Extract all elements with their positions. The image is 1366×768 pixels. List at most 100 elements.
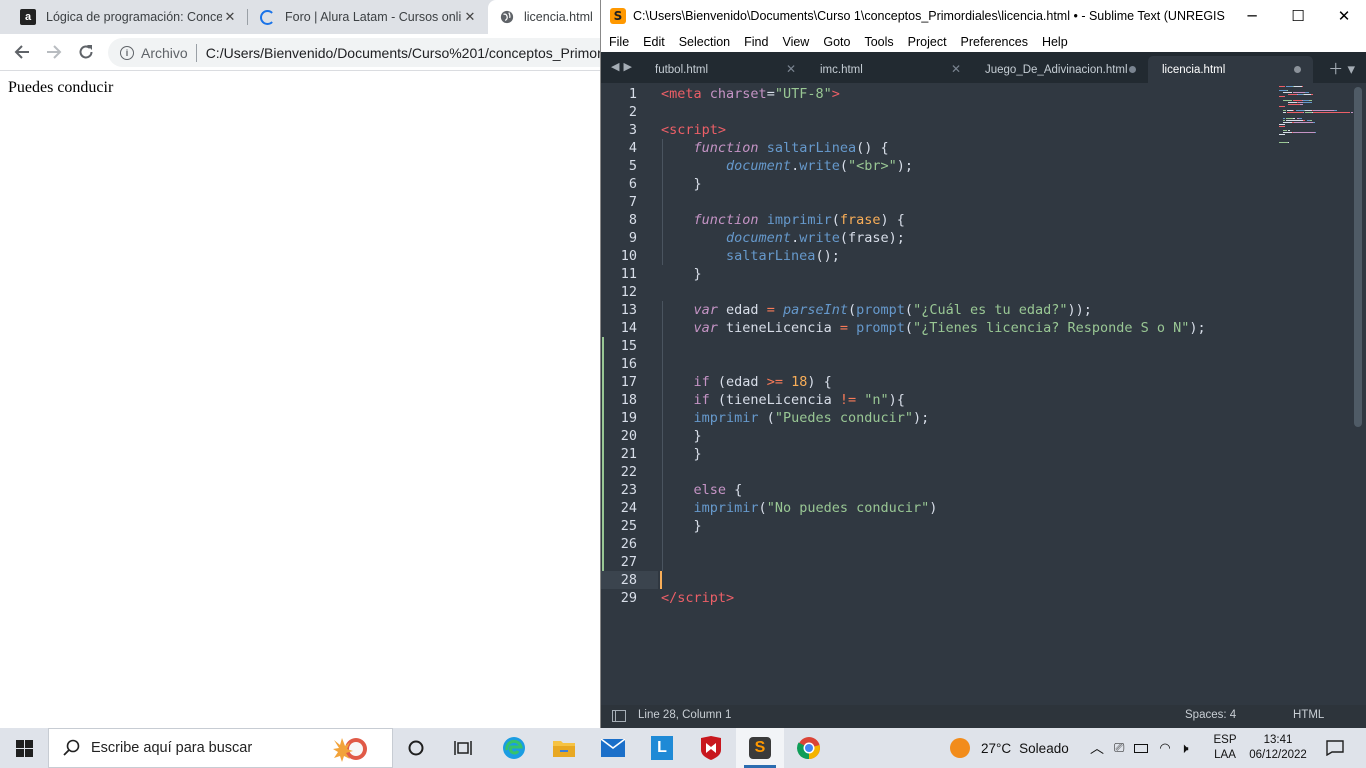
unsaved-dot-icon[interactable] — [1294, 66, 1301, 73]
code-line[interactable]: <script> — [661, 121, 726, 139]
minimize-button[interactable]: ─ — [1229, 0, 1275, 31]
mcafee-app-button[interactable] — [687, 728, 735, 768]
panel-toggle-icon[interactable] — [612, 710, 626, 722]
l-app-button[interactable]: L — [638, 728, 686, 768]
vertical-scrollbar[interactable] — [1354, 87, 1362, 427]
sublime-app-button[interactable]: S — [736, 728, 784, 768]
menu-edit[interactable]: Edit — [636, 35, 672, 49]
code-line[interactable]: </script> — [661, 589, 734, 607]
edge-app-button[interactable] — [490, 728, 538, 768]
language-indicator[interactable]: ESP LAA — [1212, 728, 1238, 768]
menu-help[interactable]: Help — [1035, 35, 1075, 49]
minimap-line — [1313, 110, 1335, 111]
weather-condition: Soleado — [1019, 740, 1069, 756]
code-line[interactable]: var tieneLicencia = prompt("¿Tienes lice… — [661, 319, 1206, 337]
alura-icon: a — [20, 9, 36, 25]
code-line[interactable]: document.write(frase); — [661, 229, 905, 247]
minimap[interactable] — [1279, 83, 1353, 163]
line-number: 5 — [628, 158, 637, 174]
browser-tab-foro[interactable]: Foro | Alura Latam - Cursos onlin ✕ — [248, 0, 488, 34]
menu-project[interactable]: Project — [901, 35, 954, 49]
syntax-setting[interactable]: HTML — [1293, 709, 1324, 721]
text-caret — [660, 571, 662, 589]
code-line[interactable]: saltarLinea(); — [661, 247, 840, 265]
code-line[interactable]: document.write("<br>"); — [661, 157, 913, 175]
code-line[interactable]: imprimir("No puedes conducir") — [661, 499, 938, 517]
menu-selection[interactable]: Selection — [672, 35, 737, 49]
weather-widget[interactable]: 27°C Soleado — [950, 728, 1069, 768]
menu-tools[interactable]: Tools — [857, 35, 900, 49]
code-line[interactable]: function imprimir(frase) { — [661, 211, 905, 229]
close-icon[interactable]: ✕ — [951, 62, 961, 76]
editor-tab-licencia[interactable]: licencia.html — [1148, 56, 1313, 83]
code-line[interactable]: else { — [661, 481, 743, 499]
code-token: <script — [661, 122, 718, 138]
menu-goto[interactable]: Goto — [816, 35, 857, 49]
reload-button[interactable] — [72, 38, 100, 66]
tab-scroll-arrows-icon[interactable]: ◀▶ — [611, 60, 636, 73]
sun-icon — [950, 738, 970, 758]
menu-find[interactable]: Find — [737, 35, 775, 49]
code-token: { — [726, 482, 743, 498]
close-icon[interactable]: ✕ — [786, 62, 796, 76]
code-line[interactable]: if (tieneLicencia != "n"){ — [661, 391, 905, 409]
forward-button[interactable] — [40, 38, 68, 66]
minimap-line — [1279, 126, 1285, 127]
clock[interactable]: 13:41 06/12/2022 — [1246, 728, 1310, 768]
volume-icon[interactable]: 🕨 — [1180, 740, 1189, 757]
meet-now-icon[interactable]: ⎚ — [1114, 740, 1124, 756]
chrome-app-button[interactable] — [785, 728, 833, 768]
code-line[interactable]: } — [661, 427, 702, 445]
cortana-button[interactable] — [393, 728, 439, 768]
line-number: 12 — [620, 284, 637, 300]
chevron-up-icon[interactable]: ︿ — [1090, 738, 1104, 758]
code-line[interactable]: var edad = parseInt(prompt("¿Cuál es tu … — [661, 301, 1092, 319]
code-line[interactable]: function saltarLinea() { — [661, 139, 889, 157]
editor-tab-futbol[interactable]: futbol.html ✕ — [641, 56, 806, 83]
battery-icon[interactable] — [1134, 743, 1149, 753]
back-button[interactable] — [8, 38, 36, 66]
line-number: 23 — [620, 482, 637, 498]
network-icon[interactable]: ◠ — [1159, 740, 1170, 756]
maximize-button[interactable]: ☐ — [1275, 0, 1321, 31]
mail-app-button[interactable] — [589, 728, 637, 768]
taskbar-search[interactable]: Escribe aquí para buscar — [48, 728, 393, 768]
minimap-line — [1299, 104, 1303, 105]
info-icon[interactable]: i — [120, 45, 134, 60]
browser-tab-logica[interactable]: a Lógica de programación: Concep ✕ — [8, 0, 248, 34]
chrome-icon — [797, 737, 820, 760]
code-line[interactable]: } — [661, 265, 702, 283]
code-line[interactable]: imprimir ("Puedes conducir"); — [661, 409, 930, 427]
line-number: 3 — [628, 122, 637, 138]
unsaved-dot-icon[interactable] — [1129, 66, 1136, 73]
reload-icon — [79, 45, 93, 59]
code-line[interactable]: } — [661, 517, 702, 535]
code-line[interactable]: <meta charset="UTF-8"> — [661, 85, 840, 103]
folder-icon — [553, 741, 575, 757]
notifications-button[interactable] — [1318, 728, 1352, 768]
start-button[interactable] — [0, 728, 48, 768]
file-explorer-button[interactable] — [540, 728, 588, 768]
line-number: 10 — [620, 248, 637, 264]
menu-view[interactable]: View — [775, 35, 816, 49]
browser-tab-licencia[interactable]: licencia.html — [488, 0, 612, 34]
code-line[interactable]: } — [661, 175, 702, 193]
code-line[interactable]: if (edad >= 18) { — [661, 373, 832, 391]
editor-tab-imc[interactable]: imc.html ✕ — [806, 56, 971, 83]
menu-file[interactable]: File — [601, 35, 636, 49]
code-editor[interactable]: 1 2 3 4 5 6 7 8 9 10 11 12 13 14 15 16 17 18 19 20 21 22 23 24 2… — [601, 83, 1366, 705]
menu-preferences[interactable]: Preferences — [954, 35, 1035, 49]
task-view-button[interactable] — [440, 728, 486, 768]
close-icon[interactable]: ✕ — [462, 9, 478, 25]
close-window-button[interactable]: ✕ — [1321, 0, 1366, 31]
indentation-setting[interactable]: Spaces: 4 — [1185, 709, 1236, 721]
line-number: 18 — [620, 392, 637, 408]
code-line[interactable]: } — [661, 445, 702, 463]
editor-tab-juego[interactable]: Juego_De_Adivinacion.html — [971, 56, 1148, 83]
code-token: var — [693, 302, 718, 318]
new-tab-icon[interactable]: ＋ ▾ — [1328, 58, 1355, 79]
close-icon[interactable]: ✕ — [222, 9, 238, 25]
